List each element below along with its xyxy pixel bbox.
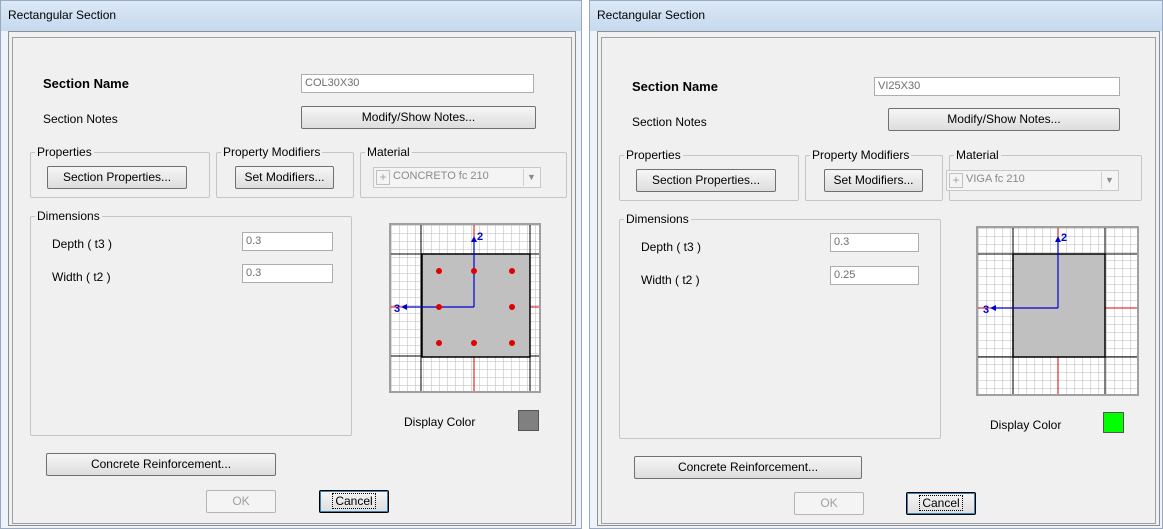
section-name-input[interactable]: VI25X30 [874, 77, 1120, 96]
width-input[interactable]: 0.3 [242, 264, 333, 283]
material-combo[interactable]: + VIGA fc 210 ▼ [946, 170, 1119, 191]
display-color-label: Display Color [990, 418, 1062, 432]
section-name-label: Section Name [43, 76, 129, 91]
section-drawing: 2 3 [978, 228, 1137, 394]
section-notes-label: Section Notes [43, 112, 118, 126]
section-name-label: Section Name [632, 79, 718, 94]
depth-input[interactable]: 0.3 [830, 233, 919, 252]
display-color-label: Display Color [404, 415, 476, 429]
display-color-swatch[interactable] [518, 410, 539, 431]
axis-3-label: 3 [394, 303, 400, 315]
title-bar[interactable]: Rectangular Section [1, 1, 581, 31]
property-modifiers-group-label: Property Modifiers [221, 145, 323, 159]
axis-2-label: 2 [1061, 232, 1067, 244]
set-modifiers-button[interactable]: Set Modifiers... [235, 166, 334, 189]
concrete-reinforcement-button[interactable]: Concrete Reinforcement... [46, 453, 276, 476]
depth-label: Depth ( t3 ) [52, 237, 113, 251]
depth-input[interactable]: 0.3 [242, 232, 333, 251]
depth-label: Depth ( t3 ) [641, 240, 702, 254]
rectangular-section-dialog-beam: Rectangular Section Section Name VI25X30… [589, 0, 1163, 529]
set-modifiers-button[interactable]: Set Modifiers... [824, 169, 923, 192]
material-combo-value: VIGA fc 210 [966, 173, 1025, 185]
material-group-label: Material [365, 145, 412, 159]
property-modifiers-group-label: Property Modifiers [810, 148, 912, 162]
ok-button[interactable]: OK [794, 492, 864, 515]
section-properties-button[interactable]: Section Properties... [636, 169, 776, 192]
rectangular-section-dialog-column: Rectangular Section Section Name COL30X3… [0, 0, 582, 529]
material-combo[interactable]: + CONCRETO fc 210 ▼ [373, 167, 541, 188]
add-material-button[interactable]: + [376, 170, 390, 185]
axis-3-label: 3 [983, 304, 989, 316]
properties-group-label: Properties [35, 145, 94, 159]
concrete-reinforcement-button[interactable]: Concrete Reinforcement... [634, 456, 862, 479]
axis-2-label: 2 [477, 231, 483, 243]
dialog-client-area: Section Name COL30X30 Section Notes Modi… [8, 31, 576, 526]
chevron-down-icon[interactable]: ▼ [523, 169, 539, 186]
cancel-button[interactable]: Cancel [319, 490, 389, 513]
window-title: Rectangular Section [8, 8, 117, 22]
modify-show-notes-button[interactable]: Modify/Show Notes... [888, 108, 1120, 131]
dialog-client-area: Section Name VI25X30 Section Notes Modif… [597, 31, 1160, 526]
section-properties-button[interactable]: Section Properties... [47, 166, 187, 189]
section-name-input[interactable]: COL30X30 [301, 74, 534, 93]
cancel-button-label: Cancel [332, 493, 376, 509]
width-input[interactable]: 0.25 [830, 266, 919, 285]
material-group-label: Material [954, 148, 1001, 162]
cancel-button[interactable]: Cancel [906, 492, 976, 515]
chevron-down-icon[interactable]: ▼ [1101, 172, 1117, 189]
section-preview: 2 3 [976, 226, 1139, 396]
title-bar[interactable]: Rectangular Section [590, 1, 1162, 31]
display-color-swatch[interactable] [1103, 412, 1124, 433]
width-label: Width ( t2 ) [641, 273, 700, 287]
section-preview: 2 3 [389, 223, 541, 393]
add-material-button[interactable]: + [949, 173, 963, 188]
cancel-button-label: Cancel [919, 495, 963, 511]
material-combo-value: CONCRETO fc 210 [393, 170, 489, 182]
modify-show-notes-button[interactable]: Modify/Show Notes... [301, 106, 536, 129]
dimensions-group-label: Dimensions [35, 209, 102, 223]
section-notes-label: Section Notes [632, 115, 707, 129]
dimensions-group-label: Dimensions [624, 212, 691, 226]
section-drawing: 2 3 [391, 225, 539, 391]
properties-group-label: Properties [624, 148, 683, 162]
width-label: Width ( t2 ) [52, 270, 111, 284]
section-shape [1012, 253, 1106, 358]
ok-button[interactable]: OK [206, 490, 276, 513]
window-title: Rectangular Section [597, 8, 706, 22]
